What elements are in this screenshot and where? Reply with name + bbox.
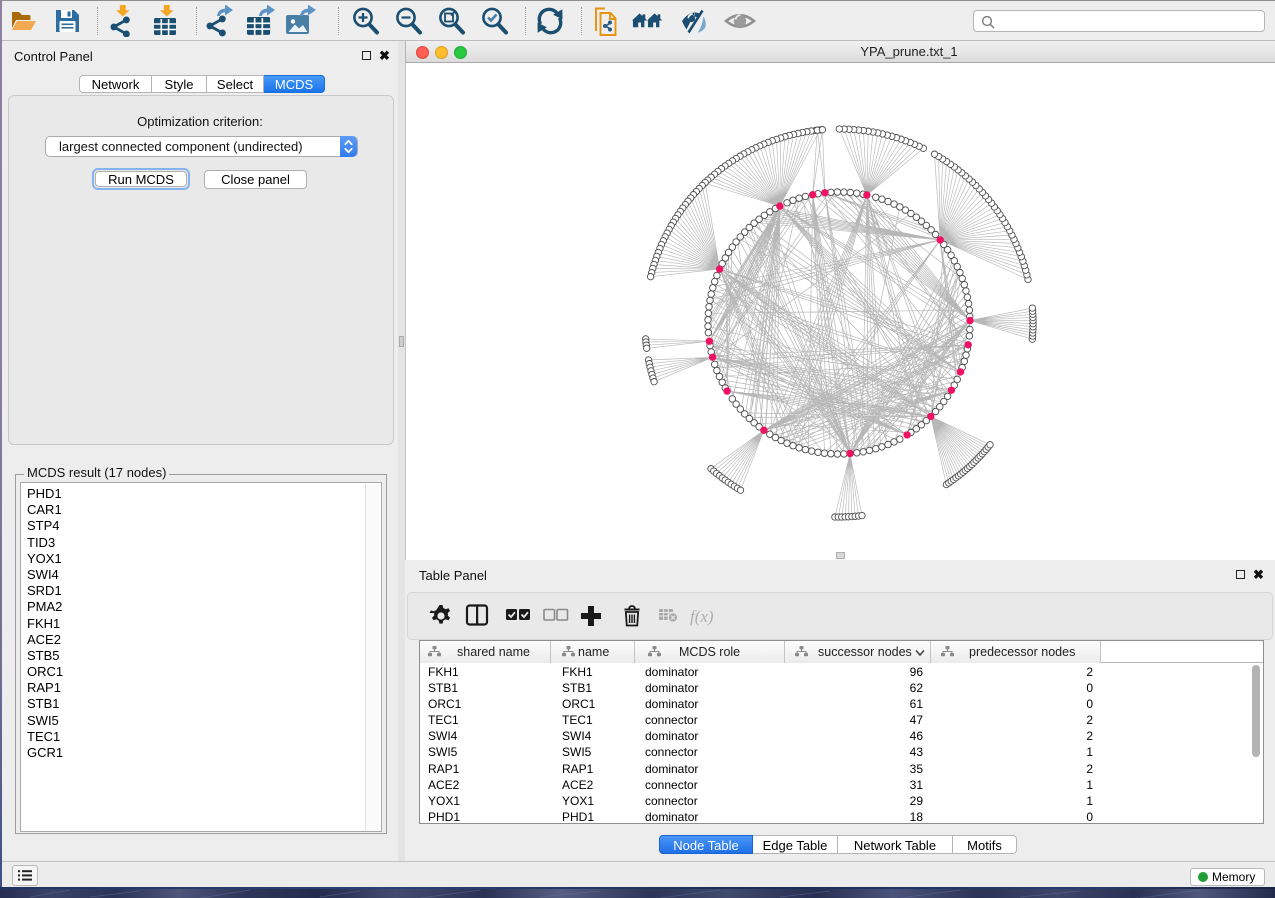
svg-text:f(x): f(x) (690, 607, 714, 626)
